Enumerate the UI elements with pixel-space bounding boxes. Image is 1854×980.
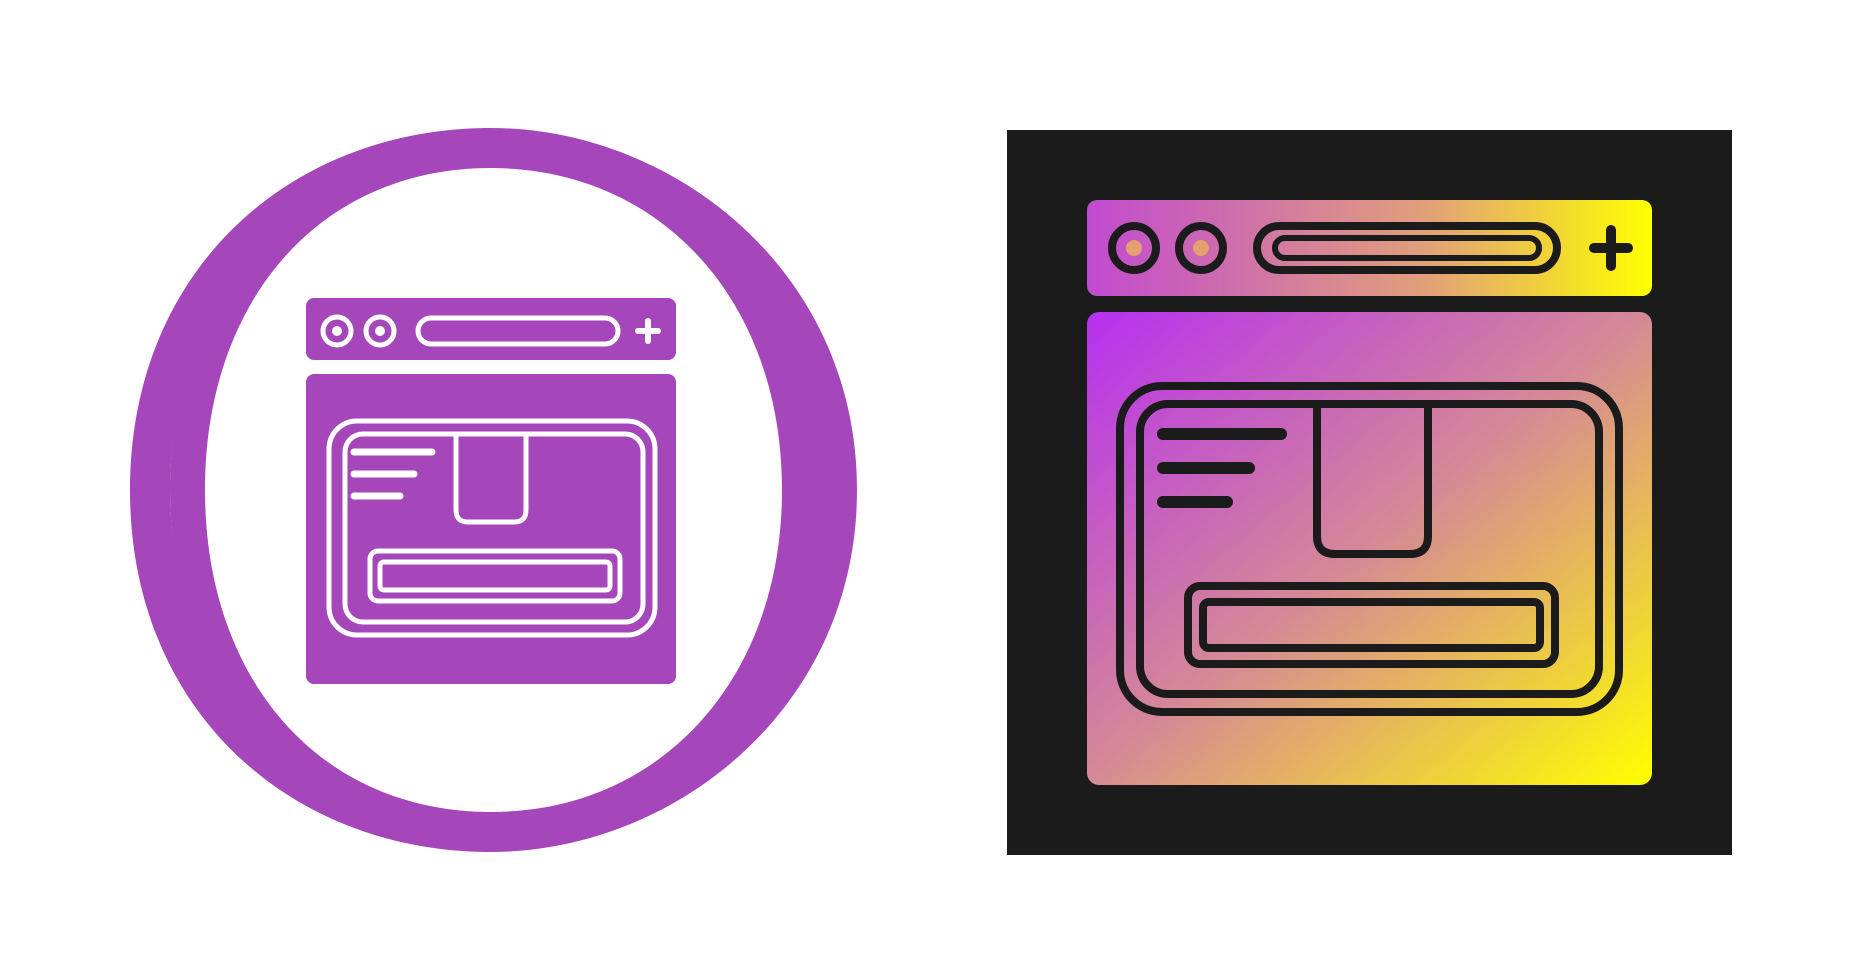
gradient-icon-panel <box>927 0 1854 980</box>
glyph-icon-panel <box>0 0 927 980</box>
web-browser-box-glyph-icon <box>130 128 857 852</box>
browser-content-area <box>1087 312 1652 785</box>
browser-title-bar <box>1087 200 1652 296</box>
browser-title-bar <box>306 298 676 360</box>
browser-content-area <box>306 374 676 684</box>
web-browser-box-gradient-icon <box>1007 130 1732 855</box>
